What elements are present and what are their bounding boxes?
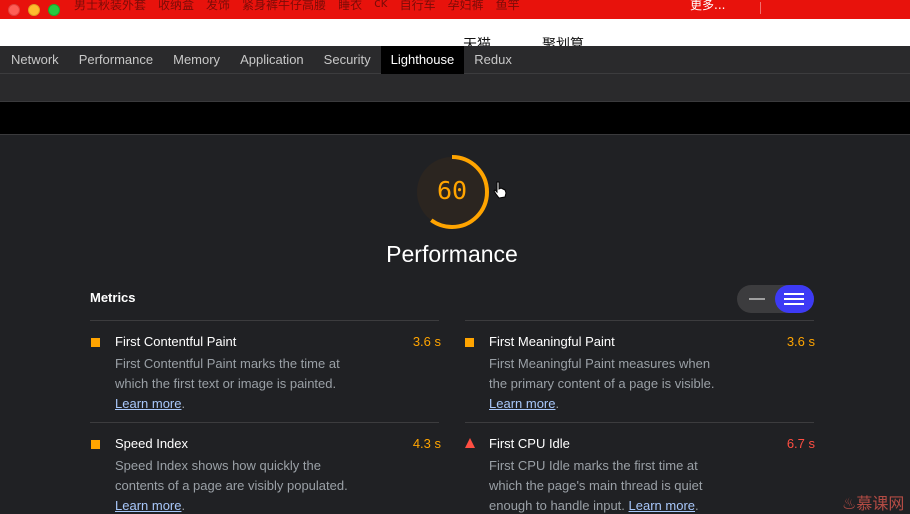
metric-title: Speed Index — [115, 436, 189, 451]
average-square-icon — [465, 338, 474, 347]
metric-description-text: First Contentful Paint marks the time at… — [115, 356, 340, 391]
learn-more-link[interactable]: Learn more — [629, 498, 695, 513]
tab-redux[interactable]: Redux — [464, 46, 522, 74]
report-header-band — [0, 102, 910, 135]
metrics-heading: Metrics — [90, 290, 136, 305]
average-square-icon — [91, 440, 100, 449]
metric-description: First CPU Idle marks the first time at w… — [489, 458, 703, 513]
bookmark-item[interactable]: 自行车 — [400, 0, 436, 12]
traffic-light-close-icon[interactable] — [8, 4, 20, 16]
metric-description-text: First Meaningful Paint measures when the… — [489, 356, 715, 391]
flame-logo-icon: ♨ — [842, 494, 857, 513]
bookmark-item[interactable]: ck — [374, 0, 388, 10]
metric-description: Speed Index shows how quickly the conten… — [115, 458, 348, 513]
category-title: Performance — [386, 241, 518, 267]
bar-divider — [760, 2, 761, 14]
bookmark-item[interactable]: 男士秋装外套 — [74, 0, 146, 12]
tab-security[interactable]: Security — [314, 46, 381, 74]
bookmark-item[interactable]: 睡衣 — [338, 0, 362, 12]
bookmark-item[interactable]: 紧身裤牛仔高腰 — [242, 0, 326, 12]
compact-lines-icon[interactable] — [749, 298, 765, 300]
metric-title: First Meaningful Paint — [489, 334, 615, 349]
tab-application[interactable]: Application — [230, 46, 314, 74]
average-square-icon — [91, 338, 100, 347]
learn-more-link[interactable]: Learn more — [115, 498, 181, 513]
page-content-strip: 天猫 聚划算 — [0, 19, 910, 47]
divider — [90, 320, 439, 321]
metric-description-text: Speed Index shows how quickly the conten… — [115, 458, 348, 493]
divider — [465, 422, 814, 423]
divider — [465, 320, 814, 321]
bookmark-item[interactable]: 发饰 — [206, 0, 230, 12]
browser-title-bar: 男士秋装外套 收纳盒 发饰 紧身裤牛仔高腰 睡衣 ck 自行车 孕妇裤 鱼竿 更… — [0, 0, 910, 19]
traffic-light-zoom-icon[interactable] — [48, 4, 60, 16]
metric-title: First CPU Idle — [489, 436, 570, 451]
metric-first-cpu-idle: First CPU Idle 6.7 s First CPU Idle mark… — [465, 436, 815, 514]
tab-lighthouse[interactable]: Lighthouse — [380, 46, 465, 74]
watermark: ♨慕课网 — [842, 490, 904, 514]
metrics-view-toggle[interactable] — [737, 285, 814, 313]
bookmark-item[interactable]: 鱼竿 — [496, 0, 520, 12]
pointer-cursor-icon — [493, 181, 507, 199]
metric-first-meaningful-paint: First Meaningful Paint 3.6 s First Meani… — [465, 334, 815, 414]
metric-description: First Contentful Paint marks the time at… — [115, 356, 340, 411]
metric-speed-index: Speed Index 4.3 s Speed Index shows how … — [91, 436, 441, 514]
metric-description: First Meaningful Paint measures when the… — [489, 356, 715, 411]
tab-performance[interactable]: Performance — [69, 46, 163, 74]
performance-score: 60 — [436, 176, 468, 205]
watermark-text: 慕课网 — [856, 494, 905, 513]
bookmarks-bar: 男士秋装外套 收纳盒 发饰 紧身裤牛仔高腰 睡衣 ck 自行车 孕妇裤 鱼竿 — [74, 0, 520, 12]
devtools-tab-bar: Network Performance Memory Application S… — [0, 46, 910, 74]
divider — [90, 422, 439, 423]
metric-title: First Contentful Paint — [115, 334, 237, 349]
learn-more-link[interactable]: Learn more — [115, 396, 181, 411]
tab-network[interactable]: Network — [1, 46, 69, 74]
bookmark-item[interactable]: 孕妇裤 — [448, 0, 484, 12]
expanded-lines-icon — [784, 293, 804, 306]
metric-value: 4.3 s — [412, 436, 441, 451]
traffic-light-minimize-icon[interactable] — [28, 4, 40, 16]
learn-more-link[interactable]: Learn more — [489, 396, 555, 411]
metric-first-contentful-paint: First Contentful Paint 3.6 s First Conte… — [91, 334, 441, 414]
bookmark-item[interactable]: 收纳盒 — [158, 0, 194, 12]
bookmarks-more-link[interactable]: 更多... — [690, 0, 725, 13]
metric-value: 6.7 s — [786, 436, 815, 451]
tab-memory[interactable]: Memory — [163, 46, 230, 74]
lighthouse-toolbar — [0, 74, 910, 102]
metric-value: 3.6 s — [786, 334, 815, 349]
fail-triangle-icon — [465, 438, 475, 448]
metric-value: 3.6 s — [412, 334, 441, 349]
toggle-expanded-button[interactable] — [775, 285, 814, 313]
